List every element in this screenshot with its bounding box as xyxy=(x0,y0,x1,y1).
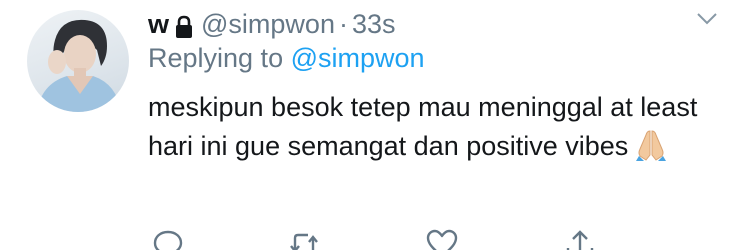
separator-dot: · xyxy=(338,9,348,39)
folded-hands-emoji-icon xyxy=(634,129,668,161)
retweet-icon[interactable] xyxy=(288,228,320,250)
display-name[interactable]: w xyxy=(148,6,169,42)
username-handle[interactable]: @simpwon xyxy=(201,6,335,42)
replying-to: Replying to @simpwon xyxy=(148,40,425,76)
reply-icon[interactable] xyxy=(152,228,184,250)
lock-icon xyxy=(175,12,193,38)
tweet-text: meskipun besok tetep mau meninggal at le… xyxy=(148,88,708,166)
tweet-text-content: meskipun besok tetep mau meninggal at le… xyxy=(148,92,698,161)
heart-icon[interactable] xyxy=(426,228,458,250)
replying-prefix: Replying to xyxy=(148,43,291,73)
tweet: w @simpwon · 33s Replying to @simpwon me… xyxy=(0,0,750,250)
tweet-header: w @simpwon · 33s xyxy=(148,6,396,42)
reply-mention-link[interactable]: @simpwon xyxy=(291,43,425,73)
chevron-down-icon[interactable] xyxy=(696,12,718,26)
avatar[interactable] xyxy=(27,10,129,112)
share-icon[interactable] xyxy=(564,228,596,250)
timestamp[interactable]: 33s xyxy=(352,6,396,42)
